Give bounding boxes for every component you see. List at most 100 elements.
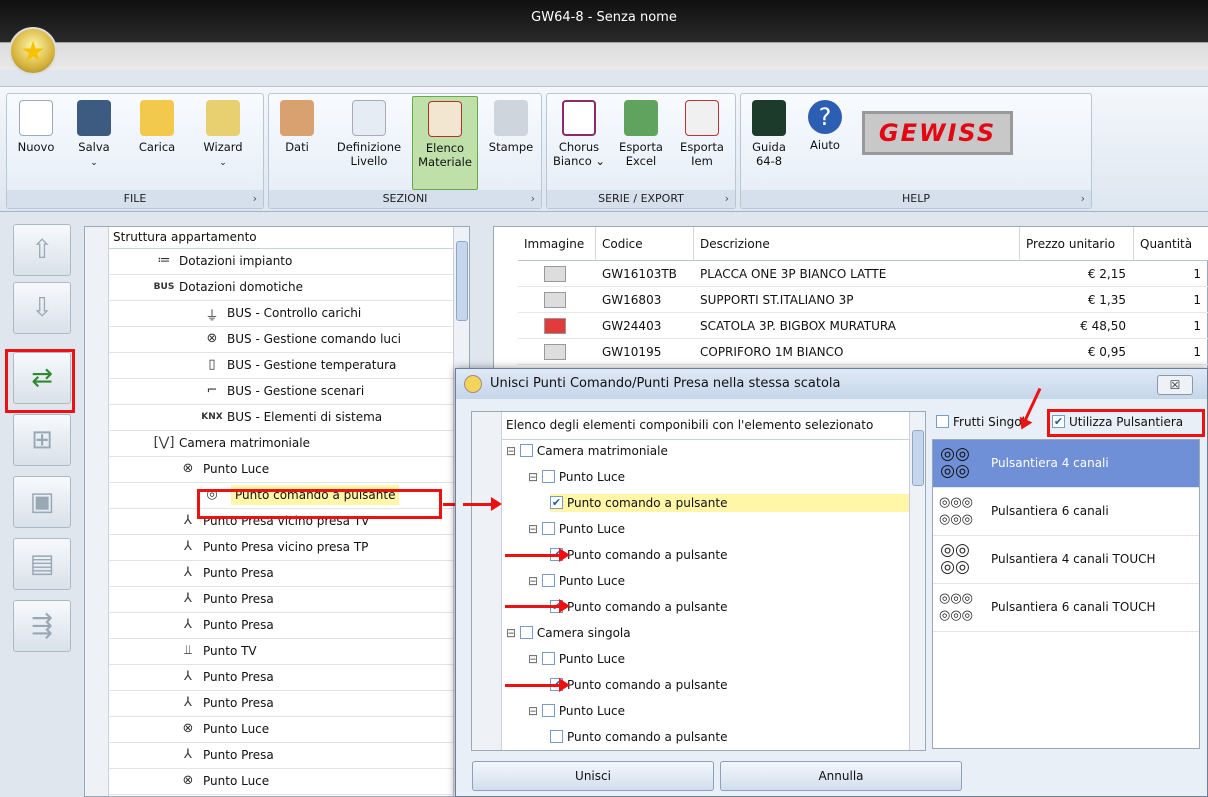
unisci-button[interactable]: Unisci (472, 761, 714, 791)
scroll-thumb[interactable] (456, 241, 468, 321)
tree-row[interactable]: ⅄ Punto Presa vicino presa TV (109, 509, 453, 535)
tree-row[interactable]: ⫫ Punto TV (109, 639, 453, 665)
collapse-icon[interactable]: ⊟ (506, 444, 520, 458)
elenco-materiale-button[interactable]: Elenco Materiale (412, 96, 478, 190)
tree-row[interactable]: BUS Dotazioni domotiche (109, 275, 453, 301)
app-menu-button[interactable]: ★ (9, 27, 57, 75)
unisci-label: Unisci (575, 769, 611, 783)
cell-descrizione: COPRIFORO 1M BIANCO (694, 339, 1020, 365)
tree-row[interactable]: ≔ Dotazioni impianto (109, 249, 453, 275)
close-button[interactable]: ☒ (1157, 375, 1193, 395)
group-sezioni: Dati Definizione Livello Elenco Materiale … (268, 93, 542, 209)
dialog-tree-row[interactable]: ⊟ Punto Luce (502, 518, 909, 544)
expand-icon[interactable]: › (725, 190, 729, 208)
dialog-tree-row[interactable]: ⊟ Punto Luce (502, 466, 909, 492)
element-checkbox[interactable] (550, 730, 563, 743)
pulsantiera-checkbox[interactable]: ✔ (1052, 415, 1065, 428)
guida-button[interactable]: Guida 64-8 (745, 96, 793, 168)
tree-row[interactable]: ⅄ Punto Presa vicino presa TP (109, 535, 453, 561)
add-element-button[interactable]: ⊞ (13, 414, 71, 466)
collapse-icon[interactable]: ⊟ (528, 574, 542, 588)
dialog-tree-row[interactable]: ⊟ Punto Luce (502, 648, 909, 674)
tree-node-icon: ⅄ (184, 617, 192, 632)
element-checkbox[interactable] (541, 470, 555, 483)
element-checkbox[interactable] (541, 704, 555, 717)
element-checkbox[interactable] (519, 444, 533, 457)
tree-row[interactable]: ◎ Punto comando a pulsante (109, 483, 453, 509)
tree-row[interactable]: [⋁] Camera matrimoniale (109, 431, 453, 457)
tree-row[interactable]: ⊗ Punto Luce (109, 769, 453, 795)
expand-icon[interactable]: › (253, 190, 257, 208)
pulsantiera-option[interactable]: ◎◎ ◎◎ Pulsantiera 4 canali TOUCH (933, 536, 1199, 584)
col-quantita[interactable]: Quantità (1134, 227, 1208, 261)
col-codice[interactable]: Codice (596, 227, 694, 261)
tree-node-icon: ⊗ (182, 461, 194, 476)
scroll-thumb[interactable] (912, 430, 924, 486)
dialog-tree-row[interactable]: ⊟ Camera matrimoniale (502, 440, 909, 466)
merge-dialog: Unisci Punti Comando/Punti Presa nella s… (455, 368, 1208, 797)
element-checkbox[interactable] (541, 574, 555, 587)
merge-points-button[interactable]: ⇄ (13, 352, 71, 404)
collapse-icon[interactable]: ⊟ (528, 522, 542, 536)
collapse-icon[interactable]: ⊟ (528, 704, 542, 718)
transfer-button[interactable]: ⇶ (13, 600, 71, 652)
salva-button[interactable]: Salva ⌄ (69, 96, 119, 170)
pulsantiera-option[interactable]: ◎◎ ◎◎ Pulsantiera 4 canali (933, 440, 1199, 488)
move-down-button[interactable]: ⇩ (13, 282, 71, 334)
tree-row[interactable]: ⅄ Punto Presa (109, 743, 453, 769)
carica-button[interactable]: Carica (129, 96, 185, 154)
tree-row[interactable]: ⅄ Punto Presa (109, 613, 453, 639)
tree-row[interactable]: ⊗ BUS - Gestione comando luci (109, 327, 453, 353)
dialog-tree-row[interactable]: ⊟ Punto Luce (502, 700, 909, 726)
collapse-icon[interactable]: ⊟ (528, 652, 542, 666)
expand-icon[interactable]: › (1081, 190, 1085, 208)
dialog-row-label: Punto Luce (558, 522, 626, 536)
esporta-iem-button[interactable]: Esporta Iem (673, 96, 731, 168)
esporta-excel-button[interactable]: Esporta Excel (613, 96, 669, 168)
tree-row-label: Punto Presa (203, 566, 274, 580)
move-up-button[interactable]: ⇧ (13, 224, 71, 276)
collapse-icon[interactable]: ⊟ (506, 626, 520, 640)
expand-icon[interactable]: › (531, 190, 535, 208)
dialog-tree-row[interactable]: Punto comando a pulsante (502, 726, 909, 752)
frutti-singoli-option[interactable]: Frutti Singoli (936, 415, 1028, 429)
col-descrizione[interactable]: Descrizione (694, 227, 1020, 261)
tree-row[interactable]: ⊗ Punto Luce (109, 717, 453, 743)
col-immagine[interactable]: Immagine (518, 227, 596, 261)
element-checkbox[interactable] (541, 652, 555, 665)
dialog-tree-row[interactable]: ⊟ Punto Luce (502, 570, 909, 596)
tree-row[interactable]: KNX BUS - Elementi di sistema (109, 405, 453, 431)
pulsantiera-option[interactable]: ◎◎◎ ◎◎◎ Pulsantiera 6 canali (933, 488, 1199, 536)
tree-row[interactable]: ⌐ BUS - Gestione scenari (109, 379, 453, 405)
tree-row[interactable]: ⏚ BUS - Controllo carichi (109, 301, 453, 327)
add-module-button[interactable]: ▣ (13, 476, 71, 528)
wizard-button[interactable]: Wizard ⌄ (195, 96, 251, 170)
tree-row[interactable]: ⅄ Punto Presa (109, 587, 453, 613)
module-icon: ▣ (29, 487, 55, 517)
pulsantiera-option[interactable]: ◎◎◎ ◎◎◎ Pulsantiera 6 canali TOUCH (933, 584, 1199, 632)
panel-button[interactable]: ▤ (13, 538, 71, 590)
tree-row[interactable]: ⅄ Punto Presa (109, 561, 453, 587)
col-prezzo[interactable]: Prezzo unitario (1020, 227, 1134, 261)
dati-button[interactable]: Dati (275, 96, 319, 154)
chorus-bianco-button[interactable]: Chorus Bianco ⌄ (549, 96, 609, 168)
annotation-arrow (505, 548, 570, 562)
element-checkbox[interactable] (519, 626, 533, 639)
stampe-button[interactable]: Stampe (483, 96, 539, 154)
dialog-tree-scrollbar[interactable] (909, 412, 925, 750)
aiuto-button[interactable]: ? Aiuto (801, 96, 849, 152)
tree-row[interactable]: ▯ BUS - Gestione temperatura (109, 353, 453, 379)
collapse-icon[interactable]: ⊟ (528, 470, 542, 484)
nuovo-button[interactable]: Nuovo (11, 96, 61, 154)
utilizza-pulsantiera-option[interactable]: ✔ Utilizza Pulsantiera (1052, 415, 1183, 429)
tree-row[interactable]: ⅄ Punto Presa (109, 665, 453, 691)
tree-row[interactable]: ⊗ Punto Luce (109, 457, 453, 483)
element-checkbox[interactable]: ✔ (550, 496, 563, 509)
dialog-tree-row[interactable]: ✔ Punto comando a pulsante (502, 492, 909, 518)
frutti-checkbox[interactable] (936, 415, 949, 428)
annulla-button[interactable]: Annulla (720, 761, 962, 791)
dialog-tree-row[interactable]: ⊟ Camera singola (502, 622, 909, 648)
element-checkbox[interactable] (541, 522, 555, 535)
definizione-livello-button[interactable]: Definizione Livello (331, 96, 407, 168)
tree-row[interactable]: ⅄ Punto Presa (109, 691, 453, 717)
